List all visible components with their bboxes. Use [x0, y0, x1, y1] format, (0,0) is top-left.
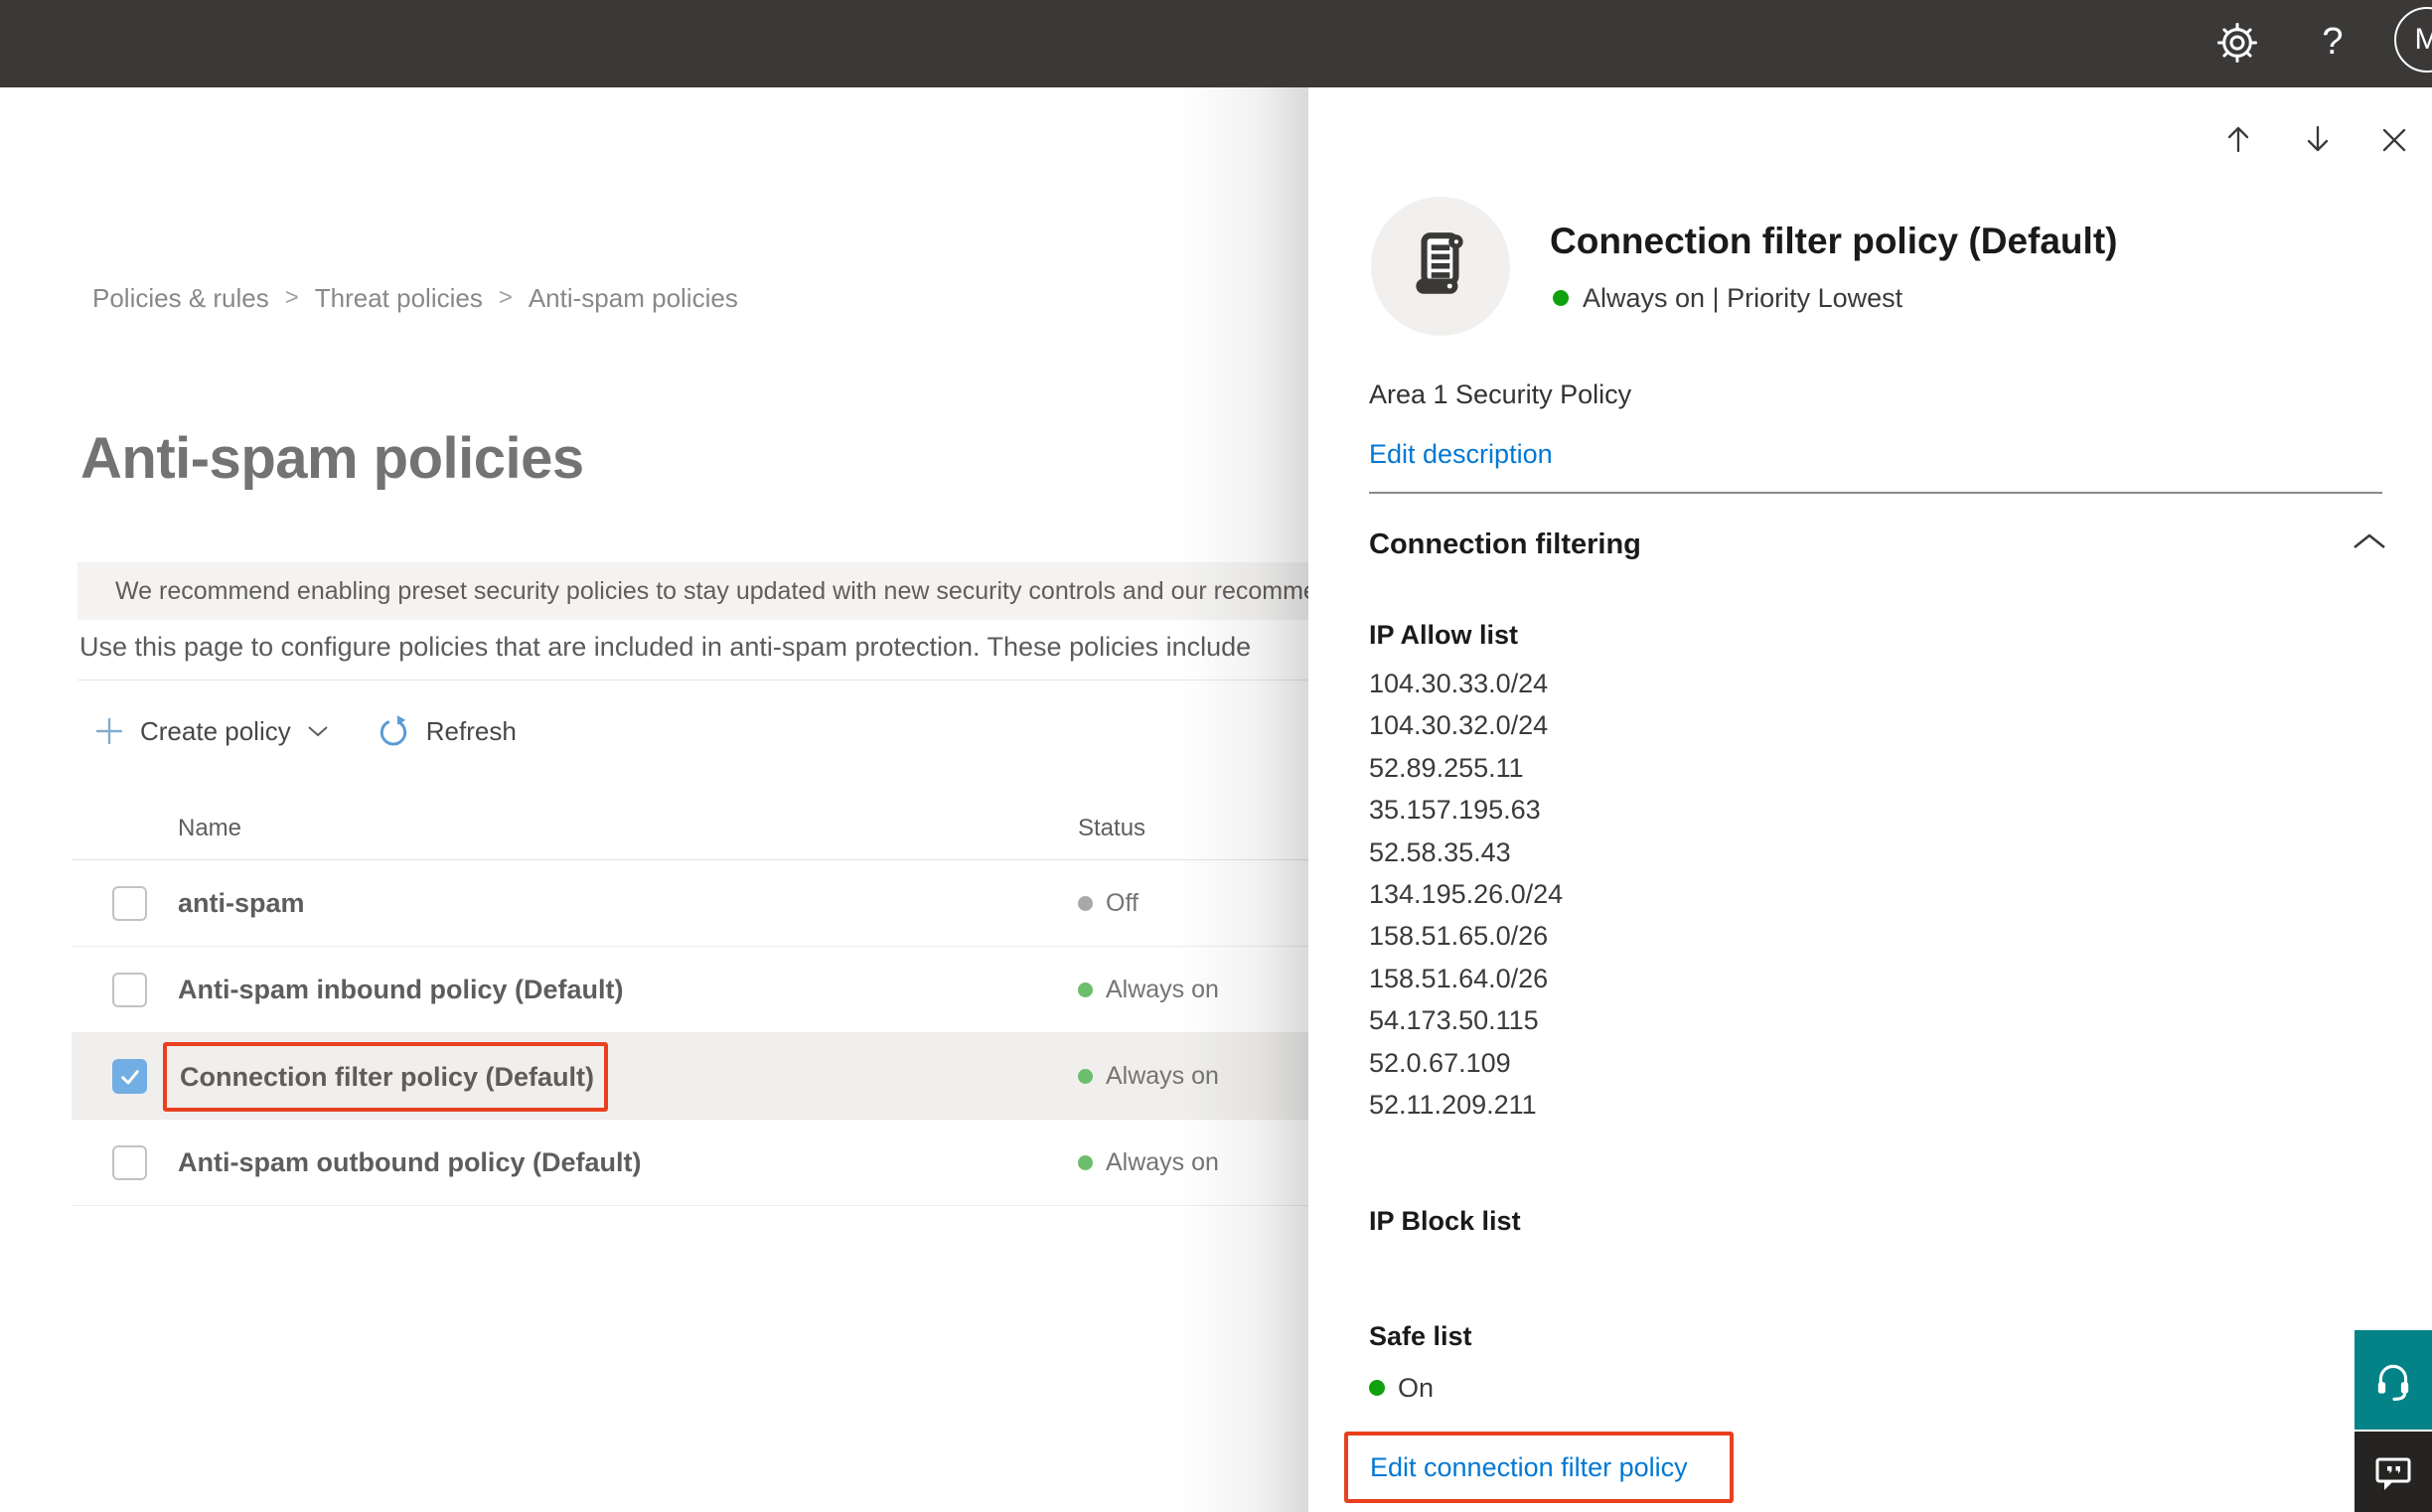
breadcrumb-separator-icon: >	[284, 284, 299, 311]
ip-address-item: 52.58.35.43	[1369, 836, 1511, 867]
ip-address-item: 158.51.64.0/26	[1369, 963, 1549, 993]
status-dot	[1553, 290, 1569, 306]
status-dot	[1078, 983, 1093, 997]
annotation-highlight-box: Connection filter policy (Default)	[163, 1042, 608, 1112]
flyout-status-line: Always on | Priority Lowest	[1553, 276, 1902, 320]
scroll-policy-icon	[1416, 232, 1463, 294]
edit-description-link[interactable]: Edit description	[1369, 432, 1553, 476]
policy-name[interactable]: Anti-spam inbound policy (Default)	[178, 975, 623, 1005]
table-row[interactable]: Anti-spam inbound policy (Default) Always…	[72, 947, 1308, 1033]
ip-allow-list-label: IP Allow list	[1369, 619, 1519, 650]
row-checkbox[interactable]	[112, 973, 147, 1007]
close-icon[interactable]	[2380, 126, 2408, 159]
safe-list-status-text: On	[1398, 1372, 1435, 1403]
page-title: Anti-spam policies	[80, 426, 584, 491]
status-dot	[1078, 1069, 1093, 1084]
column-header-name[interactable]: Name	[178, 815, 241, 842]
feedback-chat-icon	[2375, 1457, 2411, 1490]
table-row[interactable]: anti-spam Off	[72, 860, 1308, 947]
support-button[interactable]	[2355, 1330, 2432, 1430]
feedback-button[interactable]	[2355, 1432, 2432, 1512]
annotation-highlight-box: Edit connection filter policy	[1344, 1432, 1734, 1503]
refresh-icon	[380, 715, 406, 746]
row-checkbox[interactable]	[112, 1059, 147, 1094]
policy-table: Name Status anti-spam Off Anti-spam inboun…	[72, 801, 1308, 1206]
policy-name-cell: Anti-spam inbound policy (Default)	[178, 947, 623, 1033]
chevron-up-icon[interactable]	[2352, 531, 2387, 556]
create-policy-button[interactable]: Create policy	[94, 716, 329, 747]
status-cell: Always on	[1078, 947, 1219, 1033]
edit-connection-filter-policy-link[interactable]: Edit connection filter policy	[1370, 1452, 1688, 1483]
safe-list-label: Safe list	[1369, 1320, 1472, 1351]
top-app-bar: ? M	[0, 0, 2432, 87]
safe-list-status: On	[1369, 1366, 1434, 1410]
table-row[interactable]: Anti-spam outbound policy (Default) Alway…	[72, 1120, 1308, 1206]
help-icon[interactable]: ?	[2311, 14, 2355, 70]
row-checkbox[interactable]	[112, 1145, 147, 1180]
table-row[interactable]: Connection filter policy (Default) Always…	[72, 1033, 1308, 1120]
policy-name-cell: anti-spam	[178, 860, 305, 947]
settings-gear-icon[interactable]	[2215, 21, 2259, 65]
refresh-button[interactable]: Refresh	[377, 714, 517, 748]
next-item-arrow-icon[interactable]	[2301, 122, 2335, 161]
status-cell: Off	[1078, 860, 1139, 947]
status-cell: Always on	[1078, 1033, 1219, 1120]
main-content: Policies & rules > Threat policies > Ant…	[0, 87, 1308, 1512]
status-dot	[1078, 896, 1093, 911]
avatar[interactable]: M	[2394, 7, 2432, 73]
status-label: Off	[1106, 889, 1139, 917]
avatar-initial: M	[2414, 23, 2432, 56]
ip-address-item: 54.173.50.115	[1369, 1005, 1539, 1036]
ip-block-list-label: IP Block list	[1369, 1205, 1521, 1236]
breadcrumb-policies-rules[interactable]: Policies & rules	[92, 283, 269, 314]
recommendation-banner: We recommend enabling preset security po…	[77, 562, 1308, 620]
page-description: Use this page to configure policies that…	[79, 632, 1252, 662]
table-header: Name Status	[72, 801, 1308, 860]
ip-allow-list: 104.30.33.0/24 104.30.32.0/24 52.89.255.11…	[1369, 663, 1563, 1126]
connection-filtering-header[interactable]: Connection filtering	[1369, 523, 1641, 566]
row-checkbox[interactable]	[112, 886, 147, 921]
banner-text: We recommend enabling preset security po…	[115, 576, 1308, 605]
status-dot	[1369, 1380, 1385, 1396]
breadcrumb-threat-policies[interactable]: Threat policies	[315, 283, 483, 314]
toolbar: Create policy Refresh	[94, 707, 517, 755]
policy-description: Area 1 Security Policy	[1369, 378, 1632, 409]
ip-address-item: 52.89.255.11	[1369, 752, 1524, 783]
policy-icon-circle	[1371, 197, 1510, 336]
divider	[1369, 492, 2382, 494]
create-policy-label: Create policy	[140, 715, 291, 746]
flyout-title: Connection filter policy (Default)	[1550, 221, 2118, 261]
status-label: Always on	[1106, 1062, 1219, 1090]
ip-address-item: 35.157.195.63	[1369, 795, 1541, 826]
policy-name[interactable]: anti-spam	[178, 888, 305, 919]
breadcrumb-anti-spam-policies[interactable]: Anti-spam policies	[529, 283, 738, 314]
ip-address-item: 104.30.32.0/24	[1369, 710, 1549, 741]
headset-icon	[2377, 1364, 2409, 1401]
status-cell: Always on	[1078, 1120, 1219, 1206]
plus-icon	[95, 717, 123, 745]
ip-address-item: 52.0.67.109	[1369, 1047, 1511, 1078]
refresh-label: Refresh	[425, 715, 517, 746]
policy-name[interactable]: Anti-spam outbound policy (Default)	[178, 1147, 641, 1178]
status-dot	[1078, 1155, 1093, 1170]
previous-item-arrow-icon[interactable]	[2221, 122, 2255, 161]
policy-table-body: anti-spam Off Anti-spam inbound policy (De…	[72, 860, 1308, 1206]
breadcrumb: Policies & rules > Threat policies > Ant…	[92, 282, 738, 314]
policy-name[interactable]: Connection filter policy (Default)	[180, 1062, 594, 1093]
breadcrumb-separator-icon: >	[498, 284, 513, 311]
status-text: Always on | Priority Lowest	[1583, 282, 1903, 313]
column-header-status[interactable]: Status	[1078, 815, 1145, 842]
status-label: Always on	[1106, 1148, 1219, 1176]
ip-address-item: 52.11.209.211	[1369, 1090, 1537, 1121]
policy-name-cell: Anti-spam outbound policy (Default)	[178, 1120, 641, 1206]
status-label: Always on	[1106, 976, 1219, 1003]
ip-address-item: 104.30.33.0/24	[1369, 669, 1549, 698]
chevron-down-icon	[308, 726, 328, 737]
details-flyout: Connection filter policy (Default) Alway…	[1308, 87, 2432, 1512]
ip-address-item: 134.195.26.0/24	[1369, 879, 1564, 910]
ip-address-item: 158.51.65.0/26	[1369, 921, 1549, 952]
